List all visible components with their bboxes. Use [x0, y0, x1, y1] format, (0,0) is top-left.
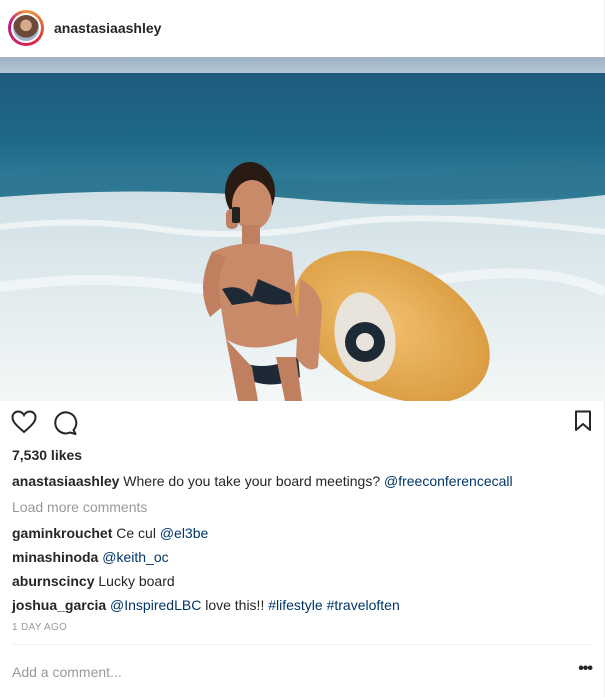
comment: minashinoda @keith_oc: [12, 548, 592, 566]
comment: gaminkrouchet Ce cul @el3be: [12, 524, 592, 542]
load-more-comments[interactable]: Load more comments: [12, 498, 592, 516]
comment-mention[interactable]: @el3be: [160, 525, 208, 541]
more-options-icon[interactable]: •••: [578, 660, 593, 678]
post-author-username[interactable]: anastasiaashley: [54, 20, 161, 36]
comment-mention[interactable]: @InspiredLBC: [110, 597, 201, 613]
comment: joshua_garcia @InspiredLBC love this!! #…: [12, 596, 592, 614]
beach-surf-photo: [0, 57, 605, 401]
comment-username[interactable]: minashinoda: [12, 549, 98, 565]
post-timestamp[interactable]: 1 DAY AGO: [12, 622, 67, 633]
comment-text: love this!!: [205, 597, 265, 613]
post-photo[interactable]: [0, 57, 605, 401]
comment-username[interactable]: joshua_garcia: [12, 597, 106, 613]
add-comment-input[interactable]: Add a comment...: [12, 664, 122, 680]
avatar-image: [11, 13, 41, 43]
heart-icon[interactable]: [11, 410, 37, 434]
comment-icon[interactable]: [52, 410, 78, 436]
comment-username[interactable]: gaminkrouchet: [12, 525, 112, 541]
post-header: anastasiaashley: [0, 0, 604, 56]
comment-text: Lucky board: [98, 573, 175, 589]
comment-mention[interactable]: @keith_oc: [102, 549, 168, 565]
bookmark-icon[interactable]: [574, 410, 592, 432]
caption-text: Where do you take your board meetings?: [123, 473, 381, 489]
avatar[interactable]: [8, 10, 44, 46]
instagram-post: anastasiaashley 7,530 likes anastasiaash…: [0, 0, 605, 697]
post-caption: anastasiaashley Where do you take your b…: [12, 472, 592, 490]
post-actions: [10, 410, 592, 440]
comment-username[interactable]: aburnscincy: [12, 573, 94, 589]
comment-hashtags[interactable]: #lifestyle #traveloften: [268, 597, 400, 613]
caption-mention[interactable]: @freeconferencecall: [384, 473, 513, 489]
likes-count[interactable]: 7,530 likes: [12, 447, 82, 463]
caption-username[interactable]: anastasiaashley: [12, 473, 119, 489]
divider: [12, 644, 592, 645]
comment: aburnscincy Lucky board: [12, 572, 592, 590]
comment-text: Ce cul: [116, 525, 156, 541]
